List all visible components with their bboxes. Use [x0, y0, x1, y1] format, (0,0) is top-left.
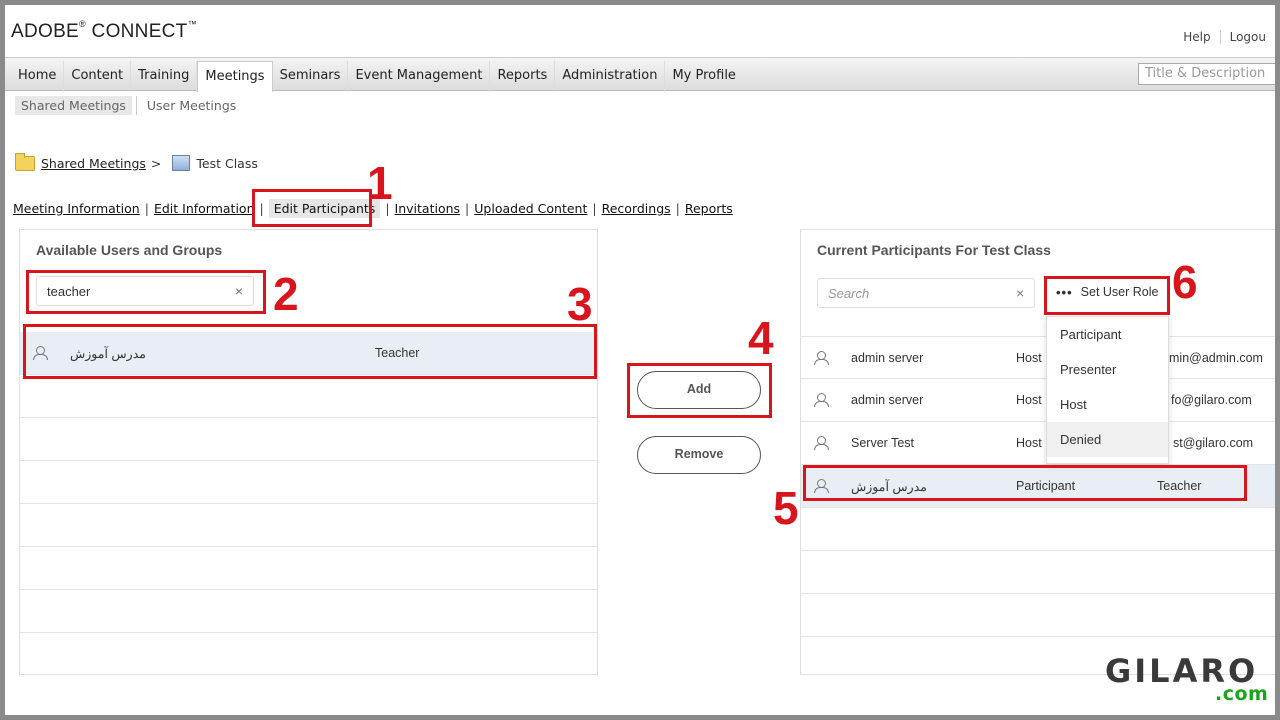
subnav-shared-meetings[interactable]: Shared Meetings: [15, 96, 132, 115]
nav-reports[interactable]: Reports: [490, 61, 556, 92]
annotation-number-3: 3: [567, 278, 593, 330]
title-description-search[interactable]: Title & Description: [1138, 63, 1275, 85]
remove-button[interactable]: Remove: [637, 436, 761, 474]
participant-row[interactable]: Server Test Host st@gilaro.com: [801, 422, 1275, 465]
role-option-presenter[interactable]: Presenter: [1047, 352, 1168, 387]
tab-invitations[interactable]: Invitations: [395, 201, 461, 216]
annotation-number-5: 5: [773, 482, 799, 534]
participant-email: fo@gilaro.com: [1171, 393, 1252, 407]
role-option-participant[interactable]: Participant: [1047, 317, 1168, 352]
breadcrumb-current: Test Class: [196, 155, 258, 171]
participants-search-input[interactable]: Search ×: [817, 278, 1035, 308]
sub-nav: Shared Meetings User Meetings: [15, 96, 242, 115]
nav-meetings[interactable]: Meetings: [197, 61, 273, 92]
subnav-divider: [135, 96, 137, 115]
role-option-host[interactable]: Host: [1047, 387, 1168, 422]
participant-row[interactable]: admin server Host fo@gilaro.com: [801, 379, 1275, 422]
breadcrumb-shared-meetings[interactable]: Shared Meetings: [41, 156, 146, 171]
highlight-box-2: [26, 270, 266, 314]
adobe-connect-logo: ADOBE® CONNECT™: [11, 19, 197, 42]
gilaro-watermark: GILARO .com: [1105, 655, 1268, 704]
current-participants-title: Current Participants For Test Class: [817, 242, 1051, 258]
tab-meeting-information[interactable]: Meeting Information: [13, 201, 140, 216]
empty-row: [801, 551, 1275, 594]
nav-home[interactable]: Home: [11, 61, 65, 92]
participant-row[interactable]: admin server Host min@admin.com: [801, 336, 1275, 379]
participant-role: Host: [1016, 436, 1042, 450]
empty-row: [20, 418, 597, 461]
annotation-number-1: 1: [367, 157, 393, 209]
empty-row: [20, 375, 597, 418]
user-role-dropdown: Participant Presenter Host Denied: [1046, 316, 1169, 464]
participant-role: Host: [1016, 393, 1042, 407]
highlight-box-4: [627, 363, 772, 418]
empty-row: [20, 590, 597, 633]
user-icon: [813, 436, 829, 450]
empty-row: [801, 594, 1275, 637]
empty-row: [20, 547, 597, 590]
participant-email: st@gilaro.com: [1173, 436, 1254, 450]
logout-link[interactable]: Logou: [1219, 30, 1275, 44]
nav-my-profile[interactable]: My Profile: [665, 61, 742, 92]
top-links: Help Logou: [1174, 30, 1275, 44]
main-nav: Home Content Training Meetings Seminars …: [5, 57, 1275, 92]
participant-name: Server Test: [851, 436, 914, 450]
participant-role: Host: [1016, 351, 1042, 365]
user-icon: [813, 351, 829, 365]
breadcrumb: Shared Meetings > Test Class: [15, 152, 258, 171]
folder-icon: [15, 152, 35, 171]
clear-search-icon[interactable]: ×: [1016, 285, 1024, 301]
nav-content[interactable]: Content: [64, 61, 132, 92]
participant-name: admin server: [851, 393, 924, 407]
annotation-number-2: 2: [273, 268, 299, 320]
tab-reports[interactable]: Reports: [685, 201, 733, 216]
watermark-domain: .com: [1215, 683, 1269, 705]
empty-row: [20, 461, 597, 504]
empty-row: [801, 508, 1275, 551]
participant-email: min@admin.com: [1169, 351, 1263, 365]
nav-training[interactable]: Training: [131, 61, 198, 92]
participants-search-placeholder: Search: [828, 286, 870, 301]
available-users-title: Available Users and Groups: [36, 242, 223, 258]
highlight-box-5: [803, 465, 1247, 501]
meeting-icon: [172, 155, 191, 171]
nav-seminars[interactable]: Seminars: [273, 61, 349, 92]
tab-edit-information[interactable]: Edit Information: [154, 201, 255, 216]
breadcrumb-separator: >: [150, 155, 162, 171]
annotation-number-6: 6: [1172, 256, 1198, 308]
app-window: ADOBE® CONNECT™ Help Logou Home Content …: [5, 5, 1275, 715]
user-icon: [813, 393, 829, 407]
participant-name: admin server: [851, 351, 924, 365]
current-participants-panel: Current Participants For Test Class Sear…: [800, 229, 1275, 675]
nav-event-management[interactable]: Event Management: [348, 61, 491, 92]
help-link[interactable]: Help: [1174, 30, 1219, 44]
empty-row: [20, 504, 597, 547]
highlight-box-3: [23, 324, 597, 379]
subnav-user-meetings[interactable]: User Meetings: [141, 96, 242, 115]
tab-recordings[interactable]: Recordings: [602, 201, 671, 216]
role-option-denied[interactable]: Denied: [1047, 422, 1168, 457]
nav-administration[interactable]: Administration: [555, 61, 666, 92]
annotation-number-4: 4: [748, 312, 774, 364]
highlight-box-1: [252, 189, 372, 227]
tab-uploaded-content[interactable]: Uploaded Content: [474, 201, 587, 216]
highlight-box-6: [1044, 276, 1170, 315]
